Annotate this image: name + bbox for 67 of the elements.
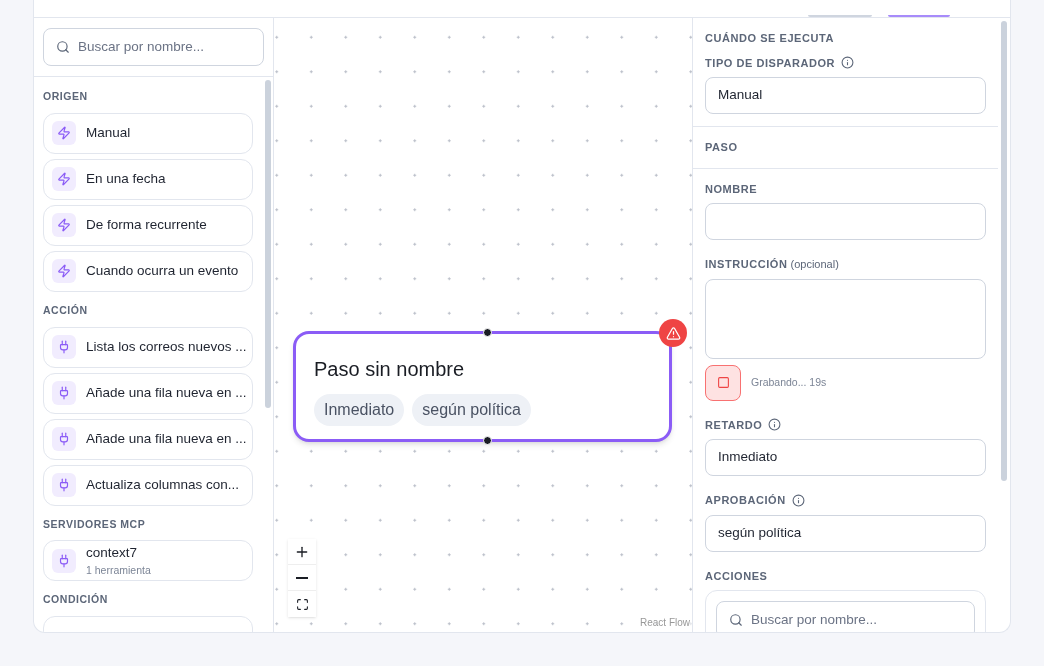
info-icon[interactable] [768,418,782,432]
sidebar-item[interactable]: Añade una fila nueva en ... [43,418,253,460]
search-field[interactable]: Buscar por nombre... [716,601,975,632]
section-title: ACCIÓN [43,302,89,318]
node-tag: según política [412,394,531,426]
item-label: context7 [86,544,139,562]
section-title: CONDICIÓN [43,592,109,608]
lightning-icon [52,259,76,284]
search-placeholder: Buscar por nombre... [751,610,878,629]
sidebar-item[interactable]: De forma recurrente [43,204,253,246]
sidebar-item[interactable]: context7 1 herramienta [43,540,253,582]
section-title: SERVIDORES MCP [43,516,147,532]
sidebar-item[interactable]: Añade una fila nueva en ... [43,372,253,414]
info-icon[interactable] [841,56,855,70]
field-label: RETARDO [705,417,763,433]
text-field[interactable]: según política [705,514,986,552]
lightning-icon [52,167,76,192]
item-label: Lista los correos nuevos ... [86,338,244,356]
sidebar-item[interactable]: En una fecha [43,158,253,200]
node-title: Paso sin nombre [314,357,466,382]
text-field[interactable]: Inmediato [705,439,986,476]
plug-icon [52,335,76,359]
item-label: De forma recurrente [86,216,207,234]
section-title: PASO [705,140,739,155]
plug-icon [52,548,76,573]
connection-handle[interactable] [482,436,492,445]
sidebar-item[interactable]: Actualiza columnas con... [43,464,253,506]
recording-status: Grabando... 19s [751,374,827,390]
search-icon [729,613,743,627]
lightning-icon [52,121,76,146]
item-sublabel: 1 herramienta [86,563,151,577]
section-title: CUÁNDO SE EJECUTA [705,31,835,46]
flow-canvas[interactable]: Paso sin nombre Inmediato según política React Flow [274,18,693,632]
plug-icon [52,381,76,405]
field-label: NOMBRE [705,181,758,197]
section-title: ORIGEN [43,89,89,104]
search-placeholder: Buscar por nombre... [78,37,205,56]
plug-icon [52,473,76,497]
scrollbar[interactable] [1001,21,1007,481]
text-field[interactable]: Manual [705,77,986,114]
info-icon[interactable] [791,493,805,507]
item-label: Manual [86,124,131,142]
stop-icon [716,376,730,389]
sidebar-item[interactable]: Cuando ocurra un evento [43,250,253,292]
text-field[interactable] [705,203,986,240]
item-label: Añade una fila nueva en ... [86,384,244,402]
field-label: APROBACIÓN [705,493,786,508]
step-node[interactable]: Paso sin nombre Inmediato según política [293,331,672,442]
field-label: TIPO DE DISPARADOR [705,55,836,71]
item-label: Añade una fila nueva en ... [86,430,244,448]
fit-view-icon [295,597,309,611]
node-tag: Inmediato [314,394,405,426]
sidebar-item[interactable]: Manual [43,112,253,154]
minus-icon [296,576,308,579]
field-label: ACCIONES [705,568,768,584]
search-icon [56,40,70,54]
search-field[interactable]: Buscar por nombre... [43,28,264,66]
sidebar-item[interactable]: Lista los correos nuevos ... [43,326,253,368]
item-label: Actualiza columnas con... [86,476,240,494]
item-label: En una fecha [86,170,166,188]
item-label: Cuando ocurra un evento [86,262,239,280]
lightning-icon [52,213,76,238]
scrollbar[interactable] [265,80,271,408]
field-label: INSTRUCCIÓN (opcional) [705,257,839,272]
plug-icon [52,427,76,451]
stop-recording-button[interactable] [705,364,741,401]
connection-handle[interactable] [482,328,492,337]
